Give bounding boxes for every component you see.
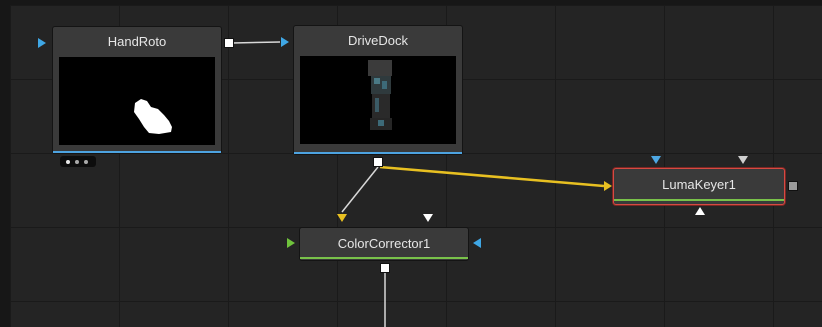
node-title: LumaKeyer1 bbox=[662, 177, 736, 192]
node-colorcorrector[interactable]: ColorCorrector1 bbox=[299, 227, 469, 261]
drivedock-output-port[interactable] bbox=[373, 157, 383, 167]
lumakeyer-output-port[interactable] bbox=[788, 181, 798, 191]
handroto-input-icon[interactable] bbox=[38, 38, 46, 48]
lumakeyer-output-arrow-icon[interactable] bbox=[695, 207, 705, 215]
colorcorrector-matte-input-icon[interactable] bbox=[473, 238, 481, 248]
drivedock-thumbnail bbox=[300, 56, 456, 144]
node-handroto[interactable]: HandRoto bbox=[52, 26, 222, 154]
wire-handroto-to-drivedock[interactable] bbox=[231, 41, 281, 44]
colorcorrector-foreground-input-icon[interactable] bbox=[287, 238, 295, 248]
node-status-bar bbox=[300, 257, 468, 259]
roto-shape-icon bbox=[134, 99, 172, 134]
colorcorrector-input-icon[interactable] bbox=[337, 214, 347, 222]
node-title: DriveDock bbox=[348, 33, 408, 48]
node-title: HandRoto bbox=[107, 34, 167, 49]
node-lumakeyer[interactable]: LumaKeyer1 bbox=[613, 168, 785, 205]
dot-icon bbox=[84, 160, 88, 164]
handroto-thumbnail bbox=[59, 57, 215, 145]
node-drivedock[interactable]: DriveDock bbox=[293, 25, 463, 155]
colorcorrector-output-port[interactable] bbox=[380, 263, 390, 273]
dot-icon bbox=[75, 160, 79, 164]
wire-drivedock-to-colorcorrector[interactable] bbox=[341, 166, 379, 213]
node-options-dots[interactable] bbox=[60, 156, 96, 167]
node-status-bar bbox=[294, 152, 462, 154]
lumakeyer-effect-mask-icon[interactable] bbox=[738, 156, 748, 164]
drivedock-input-icon[interactable] bbox=[281, 37, 289, 47]
handroto-output-port[interactable] bbox=[224, 38, 234, 48]
lumakeyer-input-icon[interactable] bbox=[604, 181, 612, 191]
lumakeyer-garbage-matte-icon[interactable] bbox=[651, 156, 661, 164]
colorcorrector-effect-mask-icon[interactable] bbox=[423, 214, 433, 222]
node-status-bar bbox=[614, 199, 784, 201]
dot-icon bbox=[66, 160, 70, 164]
drone-image-icon bbox=[368, 60, 392, 130]
node-editor-canvas[interactable]: HandRoto DriveDock ColorCorrector1 LumaK… bbox=[0, 0, 822, 327]
node-title: ColorCorrector1 bbox=[337, 236, 431, 251]
node-status-bar bbox=[53, 151, 221, 153]
wire-drivedock-to-lumakeyer[interactable] bbox=[379, 165, 605, 188]
